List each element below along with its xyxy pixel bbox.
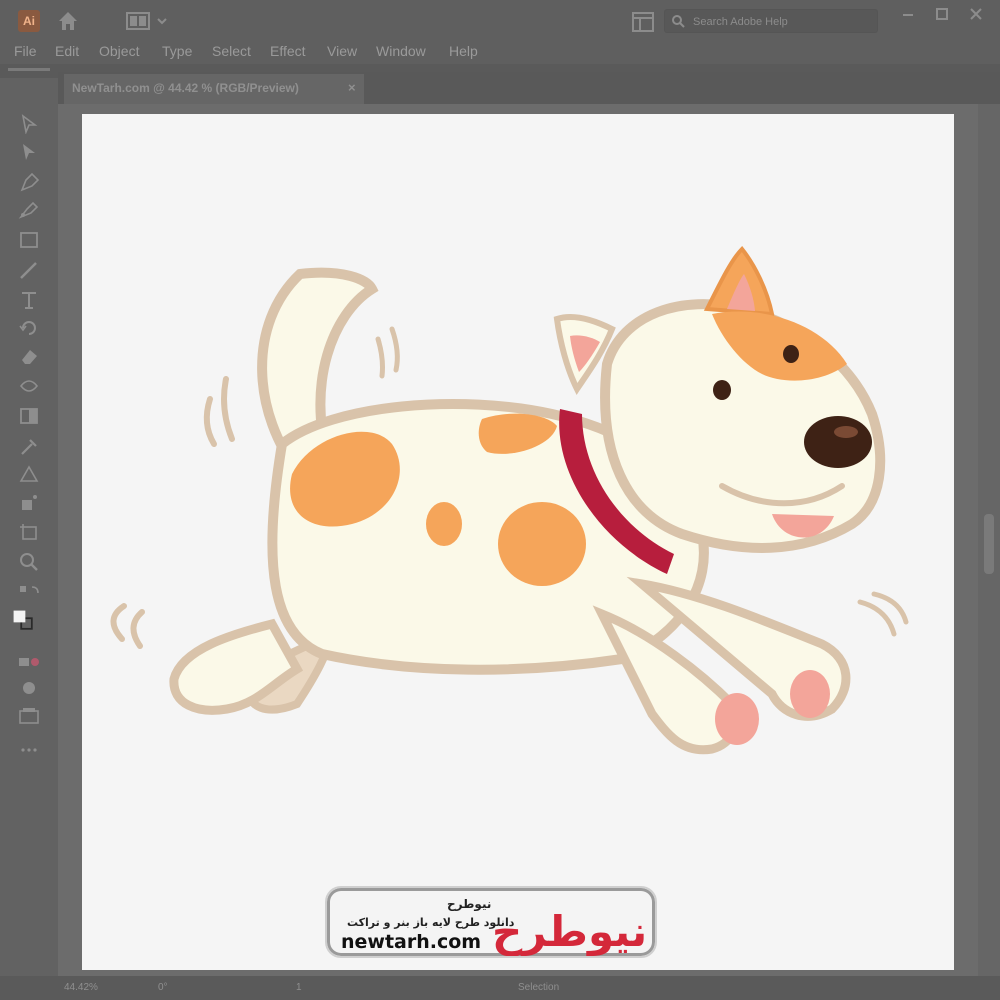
- curvature-tool-icon[interactable]: [18, 200, 40, 220]
- menu-bar: File Edit Object Type Select Effect View…: [0, 40, 1000, 64]
- tab-close-button[interactable]: ×: [348, 80, 356, 95]
- zoom-level[interactable]: 44.42%: [64, 982, 98, 993]
- menu-help[interactable]: Help: [449, 43, 478, 59]
- watermark-logo-text: نیوطرح: [492, 907, 647, 956]
- zoom-tool-icon[interactable]: [18, 552, 40, 572]
- workspace-icon[interactable]: [126, 12, 150, 30]
- rotation-value[interactable]: 0°: [158, 982, 168, 993]
- rotate-tool-icon[interactable]: [18, 318, 40, 338]
- home-icon[interactable]: [56, 9, 80, 33]
- eraser-tool-icon[interactable]: [18, 346, 40, 366]
- menu-file[interactable]: File: [14, 43, 37, 59]
- watermark-tagline: دانلود طرح لایه باز بنر و تراکت: [347, 916, 515, 929]
- illustrator-window: Ai File Edit Object: [0, 0, 1000, 1000]
- minimize-icon[interactable]: [898, 6, 918, 24]
- artboard-number[interactable]: 1: [296, 982, 302, 993]
- app-logo: Ai: [18, 10, 40, 32]
- chevron-down-icon[interactable]: [156, 14, 168, 26]
- paintbrush-tool-icon[interactable]: [18, 260, 40, 280]
- status-bar: 44.42% 0° 1 Selection: [0, 976, 1000, 1000]
- arrange-documents-icon[interactable]: [632, 12, 654, 32]
- menu-object[interactable]: Object: [99, 43, 139, 59]
- drawing-modes-icon[interactable]: [18, 652, 40, 672]
- swap-colors-icon[interactable]: [18, 584, 40, 604]
- menu-window[interactable]: Window: [376, 43, 426, 59]
- pen-tool-icon[interactable]: [18, 172, 40, 192]
- watermark-logo: نیوطرح دانلود طرح لایه باز بنر و تراکت n…: [325, 886, 657, 958]
- app-bar: Ai: [0, 0, 1000, 40]
- maximize-icon[interactable]: [932, 6, 952, 24]
- eyedropper-tool-icon[interactable]: [18, 436, 40, 456]
- vertical-scrollbar[interactable]: [978, 104, 1000, 976]
- canvas-area[interactable]: [58, 104, 978, 976]
- document-tab[interactable]: NewTarh.com @ 44.42 % (RGB/Preview): [64, 74, 364, 104]
- more-tools-icon[interactable]: [18, 740, 40, 760]
- status-mode[interactable]: Selection: [518, 982, 559, 993]
- watermark-brand: نیوطرح: [447, 897, 491, 912]
- help-search-box[interactable]: [664, 9, 878, 33]
- direct-selection-tool-icon[interactable]: [18, 142, 40, 162]
- search-input[interactable]: [691, 12, 875, 32]
- fill-stroke-swatch[interactable]: [12, 610, 46, 644]
- gradient-tool-icon[interactable]: [18, 406, 40, 426]
- document-tabs: NewTarh.com @ 44.42 % (RGB/Preview): [58, 72, 1000, 104]
- artboard-tool-icon[interactable]: [18, 522, 40, 542]
- menu-view[interactable]: View: [327, 43, 357, 59]
- type-tool-icon[interactable]: [18, 290, 40, 310]
- width-tool-icon[interactable]: [18, 376, 40, 396]
- blend-tool-icon[interactable]: [18, 464, 40, 484]
- screen-mode-icon[interactable]: [18, 678, 40, 698]
- dog-illustration[interactable]: [82, 114, 954, 970]
- toolbar-collapse-handle[interactable]: [8, 68, 50, 71]
- symbol-sprayer-tool-icon[interactable]: [18, 492, 40, 512]
- selection-tool-icon[interactable]: [18, 114, 40, 135]
- menu-select[interactable]: Select: [212, 43, 251, 59]
- edit-toolbar-icon[interactable]: [18, 706, 40, 726]
- tools-panel: [0, 78, 58, 978]
- rectangle-tool-icon[interactable]: [18, 230, 40, 250]
- menu-edit[interactable]: Edit: [55, 43, 79, 59]
- menu-type[interactable]: Type: [162, 43, 192, 59]
- artboard[interactable]: [82, 114, 954, 970]
- close-icon[interactable]: [966, 6, 986, 24]
- watermark-url: newtarh.com: [341, 931, 481, 953]
- menu-effect[interactable]: Effect: [270, 43, 306, 59]
- search-icon: [671, 14, 685, 28]
- scroll-thumb[interactable]: [984, 514, 994, 574]
